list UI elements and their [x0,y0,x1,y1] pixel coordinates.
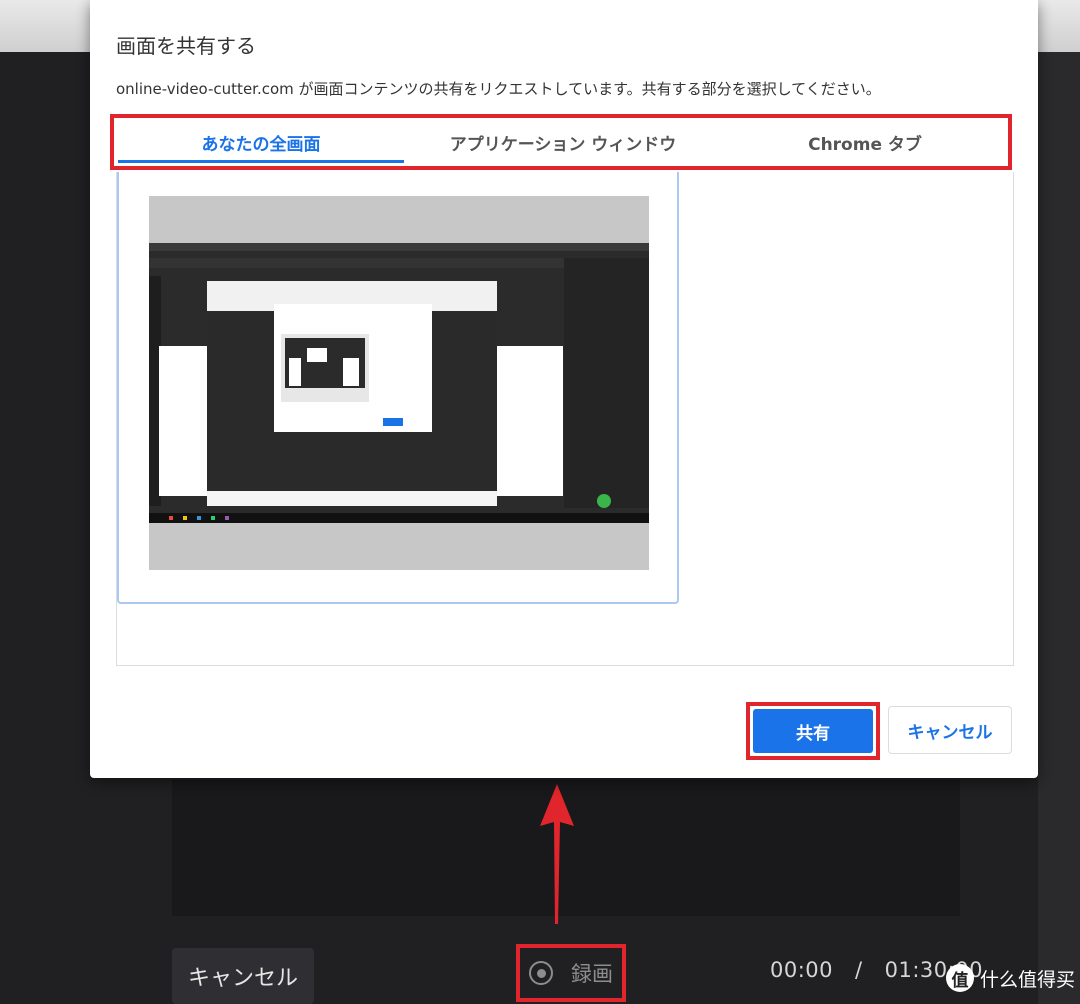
dialog-title: 画面を共有する [116,34,256,58]
share-button-highlight: 共有 [746,702,880,760]
tab-chrome-tab[interactable]: Chrome タブ [722,118,1008,166]
app-background-right [1038,52,1080,1004]
tab-application-window[interactable]: アプリケーション ウィンドウ [414,118,712,166]
time-separator: / [855,958,863,982]
dialog-cancel-button[interactable]: キャンセル [888,706,1012,754]
share-button[interactable]: 共有 [753,709,873,753]
watermark-logo: 值 [946,964,974,992]
time-current: 00:00 [770,958,834,982]
screen-thumbnail [149,196,649,570]
tab-entire-screen[interactable]: あなたの全画面 [118,118,404,166]
watermark: 值 什么值得买 [946,962,1075,994]
screen-source-card[interactable] [117,172,679,604]
background-cancel-button[interactable]: キャンセル [172,948,314,1004]
watermark-text: 什么值得买 [980,968,1076,991]
source-list [116,172,1014,666]
dialog-description: online-video-cutter.com が画面コンテンツの共有をリクエス… [116,80,881,98]
record-label: 録画 [571,962,613,986]
red-up-arrow-icon [540,784,574,924]
share-tabs: あなたの全画面 アプリケーション ウィンドウ Chrome タブ [110,114,1012,170]
share-screen-dialog: 画面を共有する online-video-cutter.com が画面コンテンツ… [90,0,1038,778]
active-tab-indicator [118,160,404,163]
record-icon [529,961,553,985]
record-button[interactable]: 録画 [516,944,626,1002]
